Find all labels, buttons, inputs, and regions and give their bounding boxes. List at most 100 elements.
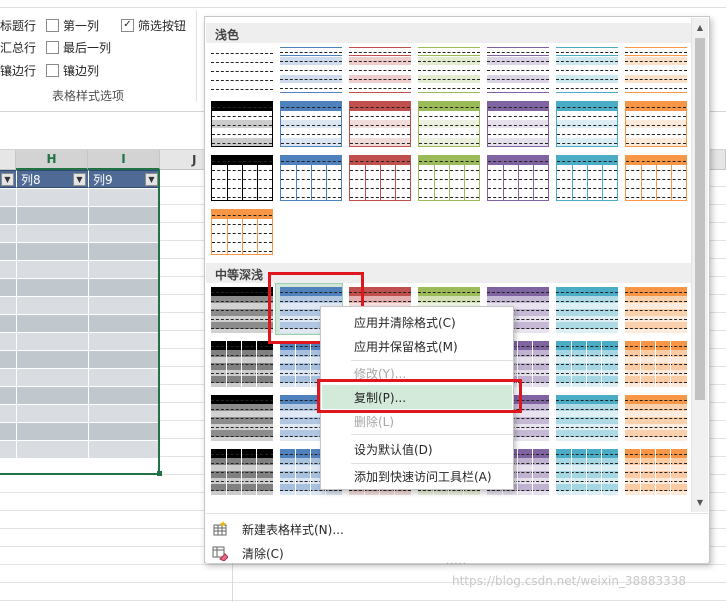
table-style-swatch[interactable] [625, 341, 687, 387]
table-style-swatch[interactable] [418, 47, 480, 93]
table-style-swatch[interactable] [556, 395, 618, 441]
table-style-swatch[interactable] [349, 101, 411, 147]
swatch-mark [625, 409, 687, 410]
table-style-swatch[interactable] [625, 287, 687, 333]
swatch-mark [349, 52, 411, 53]
table-style-swatch[interactable] [211, 395, 273, 441]
menu-delete[interactable]: 删除(L) [322, 409, 512, 433]
table-style-swatch[interactable] [211, 101, 273, 147]
menu-apply-clear-format[interactable]: 应用并清除格式(C) [322, 310, 512, 334]
gallery-scrollbar[interactable]: ▲ ▼ [691, 18, 708, 512]
table-header-cell[interactable]: ▼ [0, 170, 16, 188]
table-style-swatch[interactable] [280, 47, 342, 93]
table-row[interactable] [0, 261, 160, 279]
checkbox-banded-columns[interactable] [46, 63, 59, 77]
table-row[interactable] [0, 387, 160, 405]
option-total-row[interactable]: 汇总行 [0, 38, 36, 56]
table-style-swatch[interactable] [556, 449, 618, 495]
table-row[interactable] [0, 207, 160, 225]
table-style-swatch[interactable] [625, 155, 687, 201]
swatch-mark [625, 373, 687, 374]
table-style-swatch[interactable] [625, 449, 687, 495]
column-header-g[interactable] [0, 150, 16, 170]
swatch-mark [556, 364, 618, 365]
table-style-swatch[interactable] [349, 155, 411, 201]
filter-dropdown-icon[interactable]: ▼ [73, 173, 86, 186]
table-style-swatch[interactable] [625, 47, 687, 93]
menu-add-to-quick-access[interactable]: 添加到快速访问工具栏(A) [322, 464, 512, 488]
table-row[interactable] [0, 297, 160, 315]
table-row[interactable] [0, 423, 160, 441]
table-row[interactable] [0, 189, 160, 207]
table-style-swatch[interactable] [487, 155, 549, 201]
table-style-swatch[interactable] [211, 47, 273, 93]
table-style-swatch[interactable] [280, 101, 342, 147]
table-row[interactable] [0, 243, 160, 261]
menu-modify[interactable]: 修改(Y)... [322, 361, 512, 385]
filter-dropdown-icon[interactable]: ▼ [145, 173, 158, 186]
cell-divider [88, 261, 89, 279]
table-style-swatch[interactable] [211, 155, 273, 201]
option-first-column[interactable]: 第一列 [46, 16, 99, 34]
table-row[interactable] [0, 441, 160, 459]
checkbox-first-column[interactable] [46, 18, 59, 32]
table-style-swatch[interactable] [625, 101, 687, 147]
table-style-swatch[interactable] [487, 101, 549, 147]
clear-style-button[interactable]: 清除(C) [212, 542, 284, 564]
swatch-preview [349, 101, 411, 147]
checkbox-last-column[interactable] [46, 40, 59, 54]
table-style-swatch[interactable] [211, 287, 273, 333]
swatch-mark [280, 92, 342, 93]
table-row[interactable] [0, 333, 160, 351]
table-row[interactable] [0, 225, 160, 243]
menu-duplicate[interactable]: 复制(P)... [322, 385, 512, 409]
option-filter-button[interactable]: ✓ 筛选按钮 [121, 16, 186, 34]
menu-set-default[interactable]: 设为默认值(D) [322, 437, 512, 461]
menu-apply-keep-format[interactable]: 应用并保留格式(M) [322, 334, 512, 358]
cell-divider [88, 333, 89, 351]
swatch-mark [556, 454, 618, 455]
table-row[interactable] [0, 369, 160, 387]
column-header-i[interactable]: I [88, 150, 160, 170]
table-style-swatch[interactable] [556, 47, 618, 93]
checkbox-filter-button[interactable]: ✓ [121, 18, 134, 32]
table-header-col9[interactable]: 列9 ▼ [88, 170, 160, 188]
table-style-swatch[interactable] [556, 341, 618, 387]
option-banded-columns[interactable]: 镶边列 [46, 61, 99, 79]
table-style-swatch[interactable] [211, 209, 273, 255]
resize-grip-icon[interactable]: ..... [446, 556, 467, 567]
option-banded-rows[interactable]: 镶边行 [0, 61, 36, 79]
table-style-swatch[interactable] [349, 47, 411, 93]
option-header-row[interactable]: 标题行 [0, 16, 36, 34]
scroll-thumb[interactable] [695, 38, 705, 400]
cell-divider [16, 225, 17, 243]
swatch-preview [349, 155, 411, 201]
table-style-swatch[interactable] [556, 287, 618, 333]
table-row[interactable] [0, 351, 160, 369]
scroll-up-icon[interactable]: ▲ [692, 19, 708, 35]
option-last-column[interactable]: 最后一列 [46, 38, 111, 56]
table-style-swatch[interactable] [211, 341, 273, 387]
table-style-swatch[interactable] [418, 101, 480, 147]
swatch-mark [241, 341, 242, 387]
swatch-mark [487, 292, 549, 293]
column-header-h[interactable]: H [16, 150, 88, 170]
swatch-mark [296, 156, 297, 200]
filter-dropdown-icon[interactable]: ▼ [1, 173, 14, 186]
scroll-down-icon[interactable]: ▼ [692, 494, 708, 510]
table-row[interactable] [0, 405, 160, 423]
resize-handle[interactable] [157, 471, 162, 476]
swatch-mark [226, 341, 227, 387]
table-style-swatch[interactable] [487, 47, 549, 93]
table-style-swatch[interactable] [625, 395, 687, 441]
table-style-swatch[interactable] [418, 155, 480, 201]
swatch-mark [556, 463, 618, 464]
table-style-swatch[interactable] [280, 155, 342, 201]
table-row[interactable] [0, 279, 160, 297]
table-row[interactable] [0, 315, 160, 333]
table-header-col8[interactable]: 列8 ▼ [16, 170, 88, 188]
table-style-swatch[interactable] [556, 155, 618, 201]
table-style-swatch[interactable] [211, 449, 273, 495]
table-style-swatch[interactable] [556, 101, 618, 147]
new-table-style-button[interactable]: 新建表格样式(N)... [212, 518, 344, 540]
